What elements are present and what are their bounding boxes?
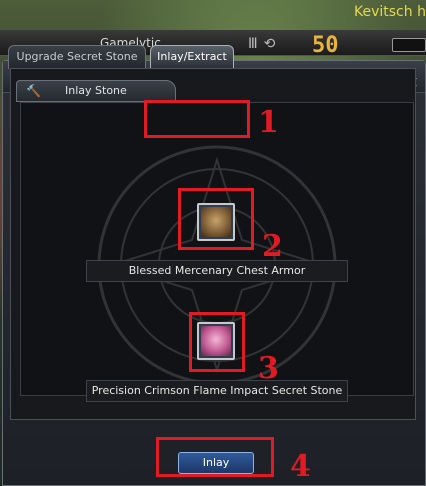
inlay-button[interactable]: Inlay bbox=[178, 452, 254, 474]
hammer-icon: 🔨 bbox=[26, 84, 41, 98]
armor-item-name: Blessed Mercenary Chest Armor bbox=[86, 260, 348, 282]
quest-icon[interactable]: Ⅲ bbox=[248, 36, 264, 52]
hud-gauge bbox=[392, 38, 426, 52]
player-name: Kevitsch h bbox=[354, 4, 426, 20]
marker-number-4: 4 bbox=[290, 449, 311, 484]
chest-armor-icon bbox=[201, 207, 231, 237]
marker-number-3: 3 bbox=[258, 351, 279, 386]
tab-inlay-extract[interactable]: Inlay/Extract bbox=[150, 45, 234, 69]
stone-item-name: Precision Crimson Flame Impact Secret St… bbox=[86, 380, 348, 402]
armor-slot[interactable] bbox=[197, 203, 235, 241]
secret-stone-icon bbox=[201, 326, 231, 356]
hud-icons: Ⅲ⟲ bbox=[248, 36, 281, 52]
player-level: 50 bbox=[312, 33, 339, 58]
stone-slot[interactable] bbox=[197, 322, 235, 360]
tab-upgrade-secret-stone[interactable]: Upgrade Secret Stone bbox=[8, 45, 146, 69]
marker-number-1: 1 bbox=[258, 105, 279, 140]
mail-icon[interactable]: ⟲ bbox=[264, 36, 282, 52]
marker-number-2: 2 bbox=[262, 229, 283, 264]
